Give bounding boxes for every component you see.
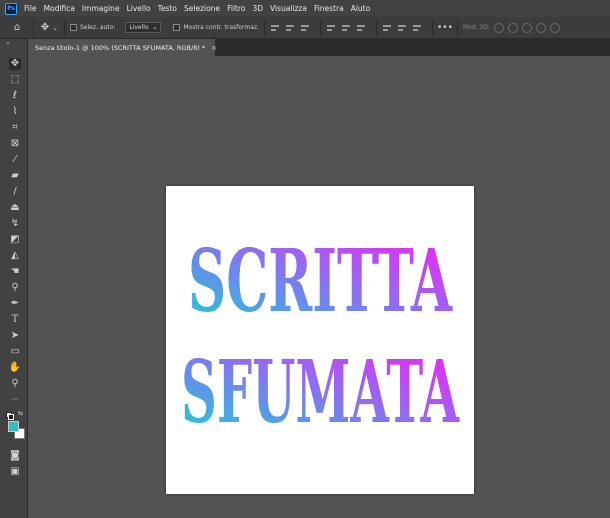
chevron-down-icon: ⌄ — [152, 24, 158, 31]
menu-livello[interactable]: Livello — [127, 4, 151, 13]
arrow-icon[interactable]: ➤ — [9, 330, 21, 342]
auto-select-label: Selez. auto: — [80, 24, 116, 31]
default-colors-icon[interactable] — [6, 412, 14, 420]
distribute-middle-icon[interactable] — [397, 23, 407, 33]
3d-roll-icon[interactable] — [507, 22, 518, 33]
foreground-color-swatch[interactable] — [8, 421, 19, 432]
canvas-artwork: SCRITTA SFUMATA — [181, 231, 460, 443]
move-icon[interactable]: ✥ — [9, 58, 21, 70]
menu-finestra[interactable]: Finestra — [314, 4, 344, 13]
hand-icon[interactable]: ✋ — [9, 362, 21, 374]
document-tab[interactable]: Senza titolo-1 @ 100% (SCRITTA SFUMATA, … — [29, 39, 217, 56]
home-icon[interactable]: ⌂ — [6, 22, 28, 33]
stamp-icon[interactable]: ⏏ — [9, 202, 21, 214]
bucket-icon[interactable]: ◭ — [9, 250, 21, 262]
options-separator — [64, 20, 65, 35]
3d-scale-icon[interactable] — [549, 22, 560, 33]
frame-icon[interactable]: ⊠ — [9, 138, 21, 150]
document-tab-title: Senza titolo-1 @ 100% (SCRITTA SFUMATA, … — [35, 43, 206, 52]
auto-select-dropdown[interactable]: Livello ⌄ — [125, 22, 162, 33]
document-canvas[interactable]: SCRITTA SFUMATA — [166, 186, 474, 494]
align-bottom-icon[interactable] — [356, 23, 366, 33]
options-separator — [319, 20, 321, 35]
eraser-icon[interactable]: ◩ — [9, 234, 21, 246]
menu-selezione[interactable]: Selezione — [184, 4, 220, 13]
align-middle-icon[interactable] — [341, 23, 351, 33]
screen-mode-icon[interactable]: ▣ — [9, 466, 21, 478]
show-transform-checkbox[interactable] — [173, 24, 181, 31]
quick-select-icon[interactable]: ⌇ — [9, 106, 21, 118]
move-tool-preset-icon[interactable]: ✥ — [39, 22, 51, 33]
menu-bar: Ps File Modifica Immagine Livello Testo … — [0, 0, 610, 17]
ellipsis-icon[interactable]: ··· — [9, 394, 21, 406]
smudge-icon[interactable]: ☚ — [9, 266, 21, 278]
quick-mask-icon[interactable]: ◙ — [9, 450, 21, 462]
distribute-top-icon[interactable] — [382, 23, 392, 33]
auto-select-checkbox[interactable] — [70, 24, 77, 31]
crop-icon[interactable]: ⌗ — [9, 122, 21, 134]
brush-icon[interactable]: ∕ — [9, 186, 21, 198]
swap-colors-icon[interactable]: ⇆ — [18, 410, 23, 417]
zoom-icon[interactable]: ⚲ — [9, 378, 21, 390]
align-right-icon[interactable] — [300, 23, 310, 33]
options-separator — [431, 20, 433, 35]
pen-icon[interactable]: ✒ — [9, 298, 21, 310]
options-separator — [375, 20, 377, 35]
dodge-icon[interactable]: ⚲ — [9, 282, 21, 294]
align-top-icon[interactable] — [326, 23, 336, 33]
options-separator — [263, 20, 265, 35]
menu-modifica[interactable]: Modifica — [44, 4, 75, 13]
workspace[interactable]: SCRITTA SFUMATA — [29, 56, 610, 518]
options-bar: ⌂ ✥ ⌄ Selez. auto: Livello ⌄ Mostra cont… — [0, 17, 610, 39]
options-separator — [33, 20, 34, 35]
align-left-icon[interactable] — [270, 23, 280, 33]
align-center-icon[interactable] — [285, 23, 295, 33]
text-line-scritta: SCRITTA — [188, 231, 453, 332]
menu-filtro[interactable]: Filtro — [227, 4, 245, 13]
auto-select-value: Livello — [129, 24, 149, 31]
menu-testo[interactable]: Testo — [158, 4, 177, 13]
menu-aiuto[interactable]: Aiuto — [351, 4, 371, 13]
show-transform-label: Mostra contr. trasformaz. — [183, 24, 259, 31]
menu-file[interactable]: File — [24, 4, 37, 13]
rectangle-icon[interactable]: ▭ — [9, 346, 21, 358]
bandage-icon[interactable]: ▰ — [9, 170, 21, 182]
preset-chevron-down-icon[interactable]: ⌄ — [51, 24, 59, 32]
text-line-sfumata: SFUMATA — [181, 342, 460, 443]
menu-immagine[interactable]: Immagine — [82, 4, 120, 13]
rect-marquee-icon[interactable]: ⬚ — [9, 74, 21, 86]
history-brush-icon[interactable]: ↯ — [9, 218, 21, 230]
options-separator — [456, 20, 458, 35]
type-icon[interactable]: T — [9, 314, 21, 326]
menu-3d[interactable]: 3D — [252, 4, 263, 13]
3d-drag-icon[interactable] — [521, 22, 532, 33]
eyedropper-icon[interactable]: ⁄ — [9, 154, 21, 166]
tools-panel: » ✥ ⬚ ℓ ⌇ ⌗ ⊠ ⁄ ▰ ∕ ⏏ ↯ ◩ ◭ ☚ ⚲ ✒ T ➤ ▭ ✋ ⚲ ··· ⇆ ◙ ▣ — [0, 39, 28, 518]
close-icon[interactable]: × — [211, 44, 217, 52]
3d-slide-icon[interactable] — [535, 22, 546, 33]
3d-orbit-icon[interactable] — [493, 22, 504, 33]
document-tab-bar: Senza titolo-1 @ 100% (SCRITTA SFUMATA, … — [29, 39, 610, 56]
distribute-bottom-icon[interactable] — [412, 23, 422, 33]
3d-mode-label: Mod. 3D: — [462, 24, 490, 31]
photoshop-logo[interactable]: Ps — [5, 2, 17, 15]
collapse-panel-icon[interactable]: » — [6, 40, 10, 47]
more-options-icon[interactable]: ••• — [437, 23, 453, 33]
menu-visualizza[interactable]: Visualizza — [270, 4, 307, 13]
lasso-icon[interactable]: ℓ — [9, 90, 21, 102]
